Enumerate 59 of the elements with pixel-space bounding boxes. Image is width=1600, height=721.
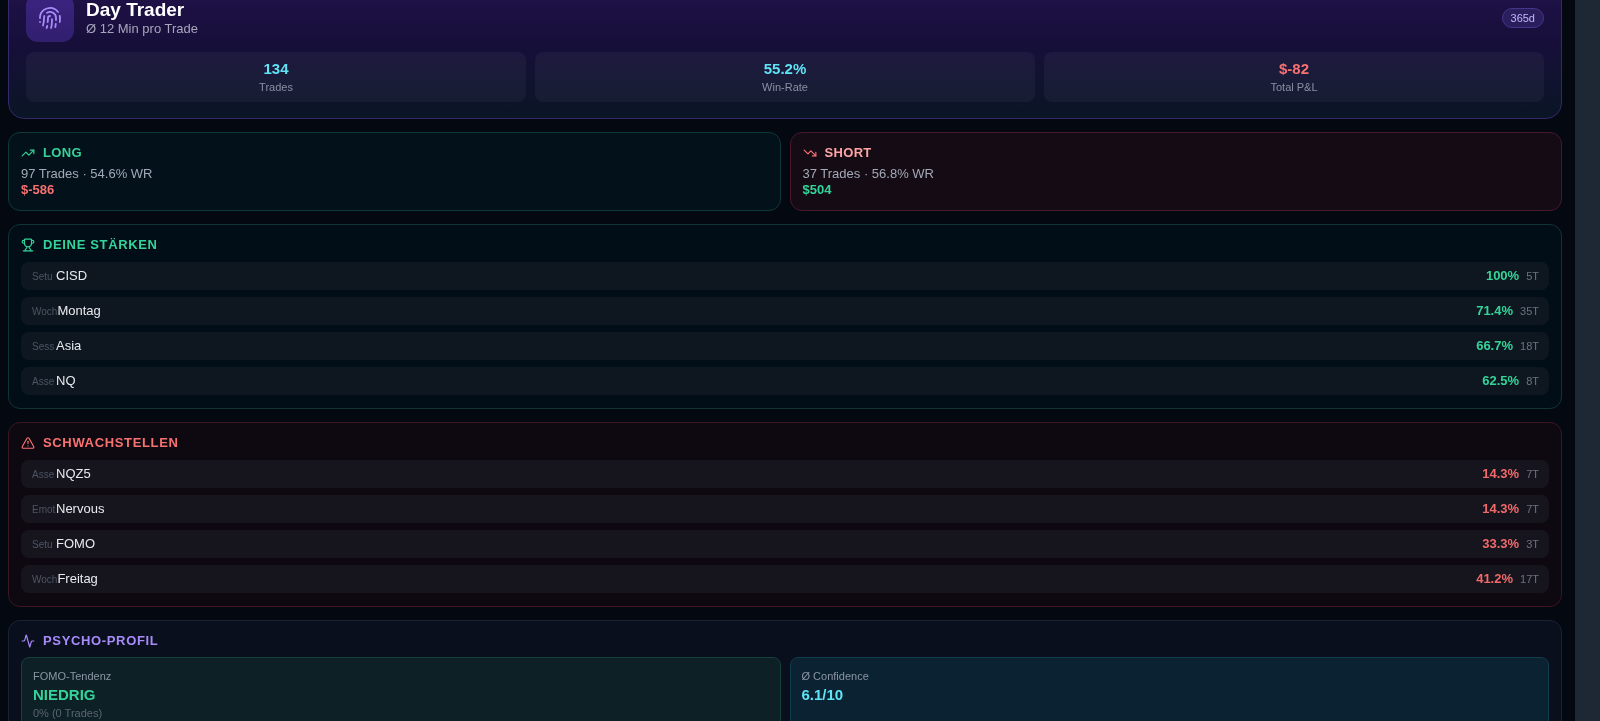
direction-pnl: $504	[802, 182, 833, 198]
profile-title: Day Trader	[86, 0, 186, 19]
win-rate: 71.4%	[1476, 302, 1514, 321]
section-title: PSYCHO-PROFIL	[43, 633, 159, 649]
stat-label: Win-Rate	[762, 80, 808, 95]
trophy-icon	[21, 238, 35, 252]
trade-count: 35T	[1520, 303, 1539, 319]
fingerprint-icon	[26, 0, 74, 42]
section-title: SCHWACHSTELLEN	[43, 435, 179, 451]
direction-title: LONG	[43, 144, 82, 162]
item-name: NQ	[56, 372, 76, 391]
trade-count: 3T	[1526, 536, 1539, 552]
metric-note: 0% (0 Trades)	[33, 706, 104, 721]
category-label: Emot	[32, 502, 56, 517]
metric-label: Ø Confidence	[801, 669, 870, 683]
trade-count: 17T	[1520, 571, 1539, 587]
category-label: Sess	[32, 339, 56, 354]
win-rate: 14.3%	[1482, 500, 1520, 519]
metric-value: 6.1/10	[801, 685, 845, 705]
warning-icon	[21, 436, 35, 450]
item-name: Asia	[56, 337, 82, 356]
pulse-icon	[21, 634, 35, 648]
stat-label: Total P&L	[1270, 80, 1318, 95]
trade-count: 5T	[1526, 268, 1539, 284]
trade-count: 18T	[1520, 338, 1539, 354]
metric-label: FOMO-Tendenz	[33, 669, 113, 683]
direction-pnl: $-586	[21, 182, 56, 198]
category-label: Woch	[32, 304, 58, 317]
category-label: Asse	[32, 467, 56, 482]
item-name: Freitag	[57, 570, 98, 589]
item-name: FOMO	[56, 535, 95, 554]
item-name: CISD	[56, 267, 88, 286]
trade-count: 7T	[1526, 466, 1539, 482]
category-label: Woch	[32, 572, 58, 585]
category-label: Setu	[32, 537, 54, 552]
stat-value: 134	[263, 59, 289, 79]
direction-summary: 97 Trades · 54.6% WR	[21, 166, 154, 182]
win-rate: 62.5%	[1482, 372, 1520, 391]
item-name: Nervous	[56, 500, 105, 519]
direction-title: SHORT	[824, 144, 872, 162]
win-rate: 41.2%	[1476, 570, 1514, 589]
trade-count: 7T	[1526, 501, 1539, 517]
item-name: Montag	[57, 302, 101, 321]
profile-subtitle: Ø 12 Min pro Trade	[86, 20, 198, 37]
win-rate: 14.3%	[1482, 465, 1520, 484]
category-label: Asse	[32, 374, 56, 389]
item-name: NQZ5	[56, 465, 91, 484]
stat-value: $-82	[1279, 59, 1309, 79]
win-rate: 33.3%	[1482, 535, 1520, 554]
stat-value: 55.2%	[763, 59, 807, 79]
win-rate: 66.7%	[1476, 337, 1514, 356]
direction-summary: 37 Trades · 56.8% WR	[802, 166, 935, 182]
category-label: Setu	[32, 269, 54, 284]
trade-count: 8T	[1526, 373, 1539, 389]
section-title: DEINE STÄRKEN	[43, 237, 158, 253]
metric-value: NIEDRIG	[33, 685, 97, 705]
stat-label: Trades	[259, 80, 293, 95]
win-rate: 100%	[1485, 267, 1520, 286]
period-badge: 365d	[1501, 8, 1544, 28]
